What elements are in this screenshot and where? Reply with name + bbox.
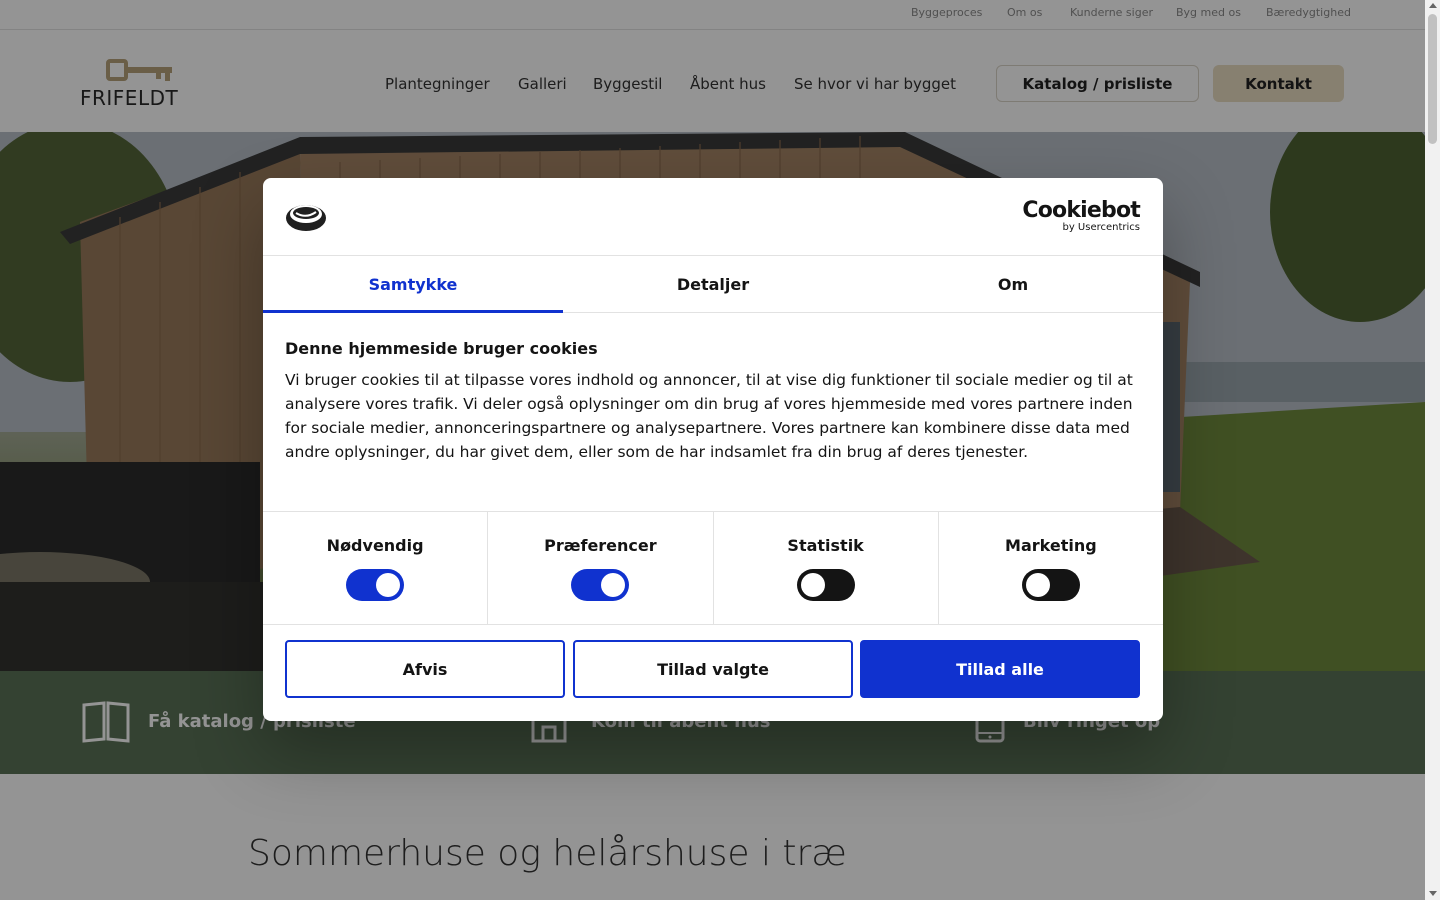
allow-selected-button[interactable]: Tillad valgte <box>573 640 853 698</box>
reject-button[interactable]: Afvis <box>285 640 565 698</box>
toggle-knob <box>601 573 626 597</box>
dialog-header: Cookiebot by Usercentrics <box>263 178 1163 256</box>
cookie-consent-dialog: Cookiebot by Usercentrics Samtykke Detal… <box>263 178 1163 721</box>
toggle-knob <box>1025 573 1050 597</box>
tab-detaljer[interactable]: Detaljer <box>563 256 863 312</box>
dialog-body: Denne hjemmeside bruger cookies Vi bruge… <box>285 339 1145 464</box>
page-scrollbar[interactable] <box>1425 0 1440 900</box>
toggle-label-praeferencer: Præferencer <box>544 536 657 555</box>
cookie-logo-icon <box>286 205 326 231</box>
dialog-tabs: Samtykke Detaljer Om <box>263 256 1163 313</box>
toggle-praeferencer[interactable] <box>571 569 630 601</box>
toggle-knob <box>376 573 401 597</box>
tab-samtykke[interactable]: Samtykke <box>263 256 563 313</box>
toggle-noedvendig[interactable] <box>346 569 405 601</box>
dialog-actions: Afvis Tillad valgte Tillad alle <box>285 640 1140 698</box>
cookiebot-brand-sub: by Usercentrics <box>1062 222 1140 233</box>
toggle-statistik[interactable] <box>796 569 855 601</box>
toggle-knob <box>800 573 825 597</box>
cookiebot-brand-name: Cookiebot <box>1022 198 1140 223</box>
dialog-heading: Denne hjemmeside bruger cookies <box>285 339 598 358</box>
toggle-group-noedvendig: Nødvendig <box>263 512 489 624</box>
scroll-thumb[interactable] <box>1428 14 1437 144</box>
toggle-label-noedvendig: Nødvendig <box>326 536 424 555</box>
scroll-down-arrow-icon[interactable] <box>1429 891 1437 896</box>
toggle-label-marketing: Marketing <box>1005 536 1097 555</box>
allow-all-button[interactable]: Tillad alle <box>860 640 1140 698</box>
tab-om[interactable]: Om <box>863 256 1163 312</box>
toggle-group-marketing: Marketing <box>939 512 1163 624</box>
toggle-marketing[interactable] <box>1021 569 1080 601</box>
toggle-group-praeferencer: Præferencer <box>488 512 714 624</box>
consent-toggles: Nødvendig Præferencer Statistik Marketin… <box>263 511 1163 625</box>
dialog-description: Vi bruger cookies til at tilpasse vores … <box>285 371 1133 461</box>
toggle-group-statistik: Statistik <box>714 512 939 624</box>
cookiebot-brand[interactable]: Cookiebot by Usercentrics <box>1022 200 1140 234</box>
scroll-up-arrow-icon[interactable] <box>1429 3 1437 8</box>
toggle-label-statistik: Statistik <box>787 536 864 555</box>
